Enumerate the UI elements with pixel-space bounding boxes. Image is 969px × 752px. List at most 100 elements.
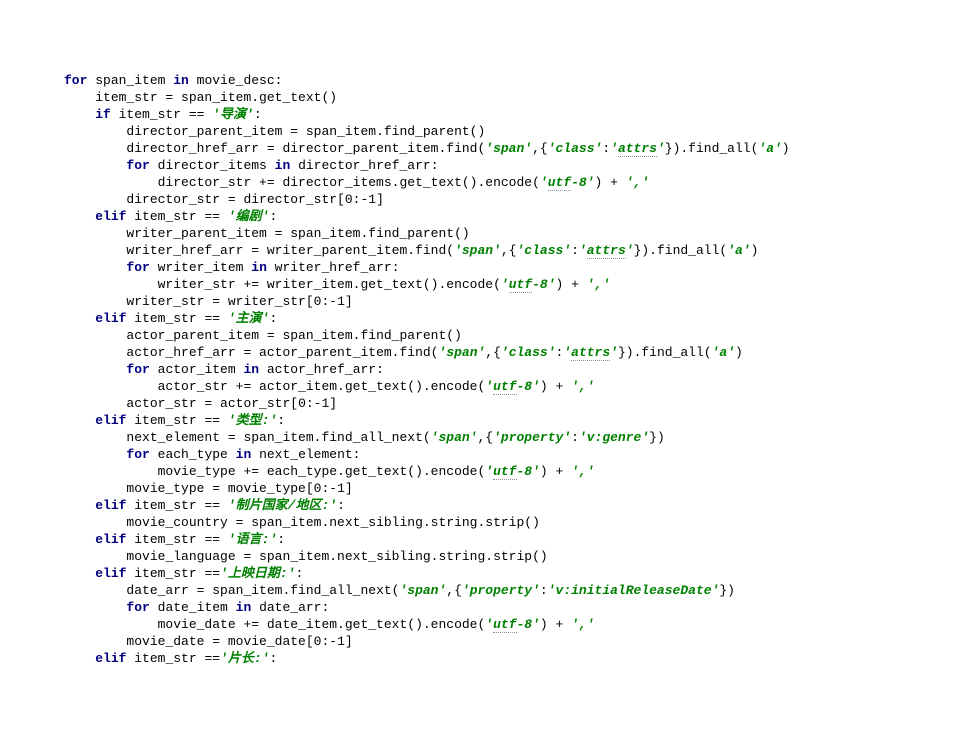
code-token: date_item xyxy=(158,600,236,615)
code-token: movie_language = span_item.next_sibling.… xyxy=(126,549,547,564)
string-token: -8' xyxy=(532,277,555,292)
code-line[interactable]: if item_str == '导演': xyxy=(64,106,969,123)
code-line[interactable]: date_arr = span_item.find_all_next('span… xyxy=(64,582,969,599)
code-line[interactable]: item_str = span_item.get_text() xyxy=(64,89,969,106)
code-line[interactable]: movie_type += each_type.get_text().encod… xyxy=(64,463,969,480)
indent xyxy=(64,498,95,513)
code-line[interactable]: director_str = director_str[0:-1] xyxy=(64,191,969,208)
string-token: ' xyxy=(579,243,587,258)
indent xyxy=(64,243,126,258)
indent xyxy=(64,481,126,496)
indent xyxy=(64,566,95,581)
code-token: director_href_arr: xyxy=(298,158,438,173)
string-token: -8' xyxy=(517,379,540,394)
code-token: 1 xyxy=(337,634,345,649)
code-line[interactable]: actor_href_arr = actor_parent_item.find(… xyxy=(64,344,969,361)
code-line[interactable]: next_element = span_item.find_all_next('… xyxy=(64,429,969,446)
string-token: 'property' xyxy=(462,583,540,598)
code-line[interactable]: elif item_str =='片长:': xyxy=(64,650,969,667)
code-token: each_type xyxy=(158,447,236,462)
string-token: ',' xyxy=(571,617,594,632)
code-token: actor_href_arr: xyxy=(267,362,384,377)
keyword-token: elif xyxy=(95,209,134,224)
string-token: ' xyxy=(657,141,665,156)
code-token: item_str == xyxy=(134,498,228,513)
code-token: :- xyxy=(321,481,337,496)
string-token: '导演' xyxy=(212,107,254,122)
code-line[interactable]: writer_str += writer_item.get_text().enc… xyxy=(64,276,969,293)
code-line[interactable]: movie_date += date_item.get_text().encod… xyxy=(64,616,969,633)
indent xyxy=(64,617,158,632)
code-token: :- xyxy=(306,396,322,411)
indent xyxy=(64,583,126,598)
string-token: 'a' xyxy=(712,345,735,360)
string-token: 'v:genre' xyxy=(579,430,649,445)
code-token: next_element: xyxy=(259,447,360,462)
code-line[interactable]: director_parent_item = span_item.find_pa… xyxy=(64,123,969,140)
string-token: 'span' xyxy=(454,243,501,258)
code-token: : xyxy=(254,107,262,122)
code-line[interactable]: writer_parent_item = span_item.find_pare… xyxy=(64,225,969,242)
code-line[interactable]: actor_parent_item = span_item.find_paren… xyxy=(64,327,969,344)
code-line[interactable]: movie_language = span_item.next_sibling.… xyxy=(64,548,969,565)
code-line[interactable]: elif item_str == '主演': xyxy=(64,310,969,327)
code-line[interactable]: movie_country = span_item.next_sibling.s… xyxy=(64,514,969,531)
indent xyxy=(64,260,126,275)
string-token: 'span' xyxy=(431,430,478,445)
code-token: writer_item xyxy=(158,260,252,275)
code-token: ) + xyxy=(595,175,626,190)
code-line[interactable]: writer_href_arr = writer_parent_item.fin… xyxy=(64,242,969,259)
string-token: ' xyxy=(626,243,634,258)
code-token: ,{ xyxy=(446,583,462,598)
string-token: ' xyxy=(610,141,618,156)
code-token: item_str == xyxy=(134,651,220,666)
code-line[interactable]: actor_str = actor_str[0:-1] xyxy=(64,395,969,412)
code-line[interactable]: director_href_arr = director_parent_item… xyxy=(64,140,969,157)
string-token: -8' xyxy=(517,617,540,632)
code-line[interactable]: elif item_str == '类型:': xyxy=(64,412,969,429)
string-token: 'a' xyxy=(758,141,781,156)
code-line[interactable]: for each_type in next_element: xyxy=(64,446,969,463)
code-line[interactable]: writer_str = writer_str[0:-1] xyxy=(64,293,969,310)
code-line[interactable]: for actor_item in actor_href_arr: xyxy=(64,361,969,378)
code-token: ) xyxy=(735,345,743,360)
code-token: :- xyxy=(321,294,337,309)
code-line[interactable]: elif item_str == '制片国家/地区:': xyxy=(64,497,969,514)
code-line[interactable]: for date_item in date_arr: xyxy=(64,599,969,616)
code-editor-pane[interactable]: for span_item in movie_desc: item_str = … xyxy=(0,68,969,667)
code-line[interactable]: for director_items in director_href_arr: xyxy=(64,157,969,174)
code-token: : xyxy=(277,532,285,547)
indent xyxy=(64,549,126,564)
string-token: '类型:' xyxy=(228,413,277,428)
keyword-token: in xyxy=(236,447,259,462)
keyword-token: for xyxy=(64,73,95,88)
code-line[interactable]: movie_type = movie_type[0:-1] xyxy=(64,480,969,497)
code-line[interactable]: for writer_item in writer_href_arr: xyxy=(64,259,969,276)
code-token: ] xyxy=(345,481,353,496)
code-token: ] xyxy=(345,294,353,309)
code-line[interactable]: elif item_str == '编剧': xyxy=(64,208,969,225)
code-token: writer_href_arr: xyxy=(275,260,400,275)
indent xyxy=(64,396,126,411)
indent xyxy=(64,124,126,139)
keyword-token: for xyxy=(126,600,157,615)
code-token: 0 xyxy=(314,634,322,649)
code-line[interactable]: movie_date = movie_date[0:-1] xyxy=(64,633,969,650)
code-token: item_str == xyxy=(134,209,228,224)
indent xyxy=(64,345,126,360)
string-token: 'property' xyxy=(493,430,571,445)
code-token: ,{ xyxy=(477,430,493,445)
indent xyxy=(64,209,95,224)
keyword-token: for xyxy=(126,362,157,377)
indent xyxy=(64,158,126,173)
code-token: : xyxy=(269,311,277,326)
code-token: : xyxy=(337,498,345,513)
code-line[interactable]: for span_item in movie_desc: xyxy=(64,72,969,89)
code-token: ] xyxy=(329,396,337,411)
code-line[interactable]: elif item_str == '语言:': xyxy=(64,531,969,548)
code-token: actor_parent_item = span_item.find_paren… xyxy=(126,328,461,343)
code-line[interactable]: director_str += director_items.get_text(… xyxy=(64,174,969,191)
indent xyxy=(64,175,158,190)
code-line[interactable]: elif item_str =='上映日期:': xyxy=(64,565,969,582)
code-line[interactable]: actor_str += actor_item.get_text().encod… xyxy=(64,378,969,395)
